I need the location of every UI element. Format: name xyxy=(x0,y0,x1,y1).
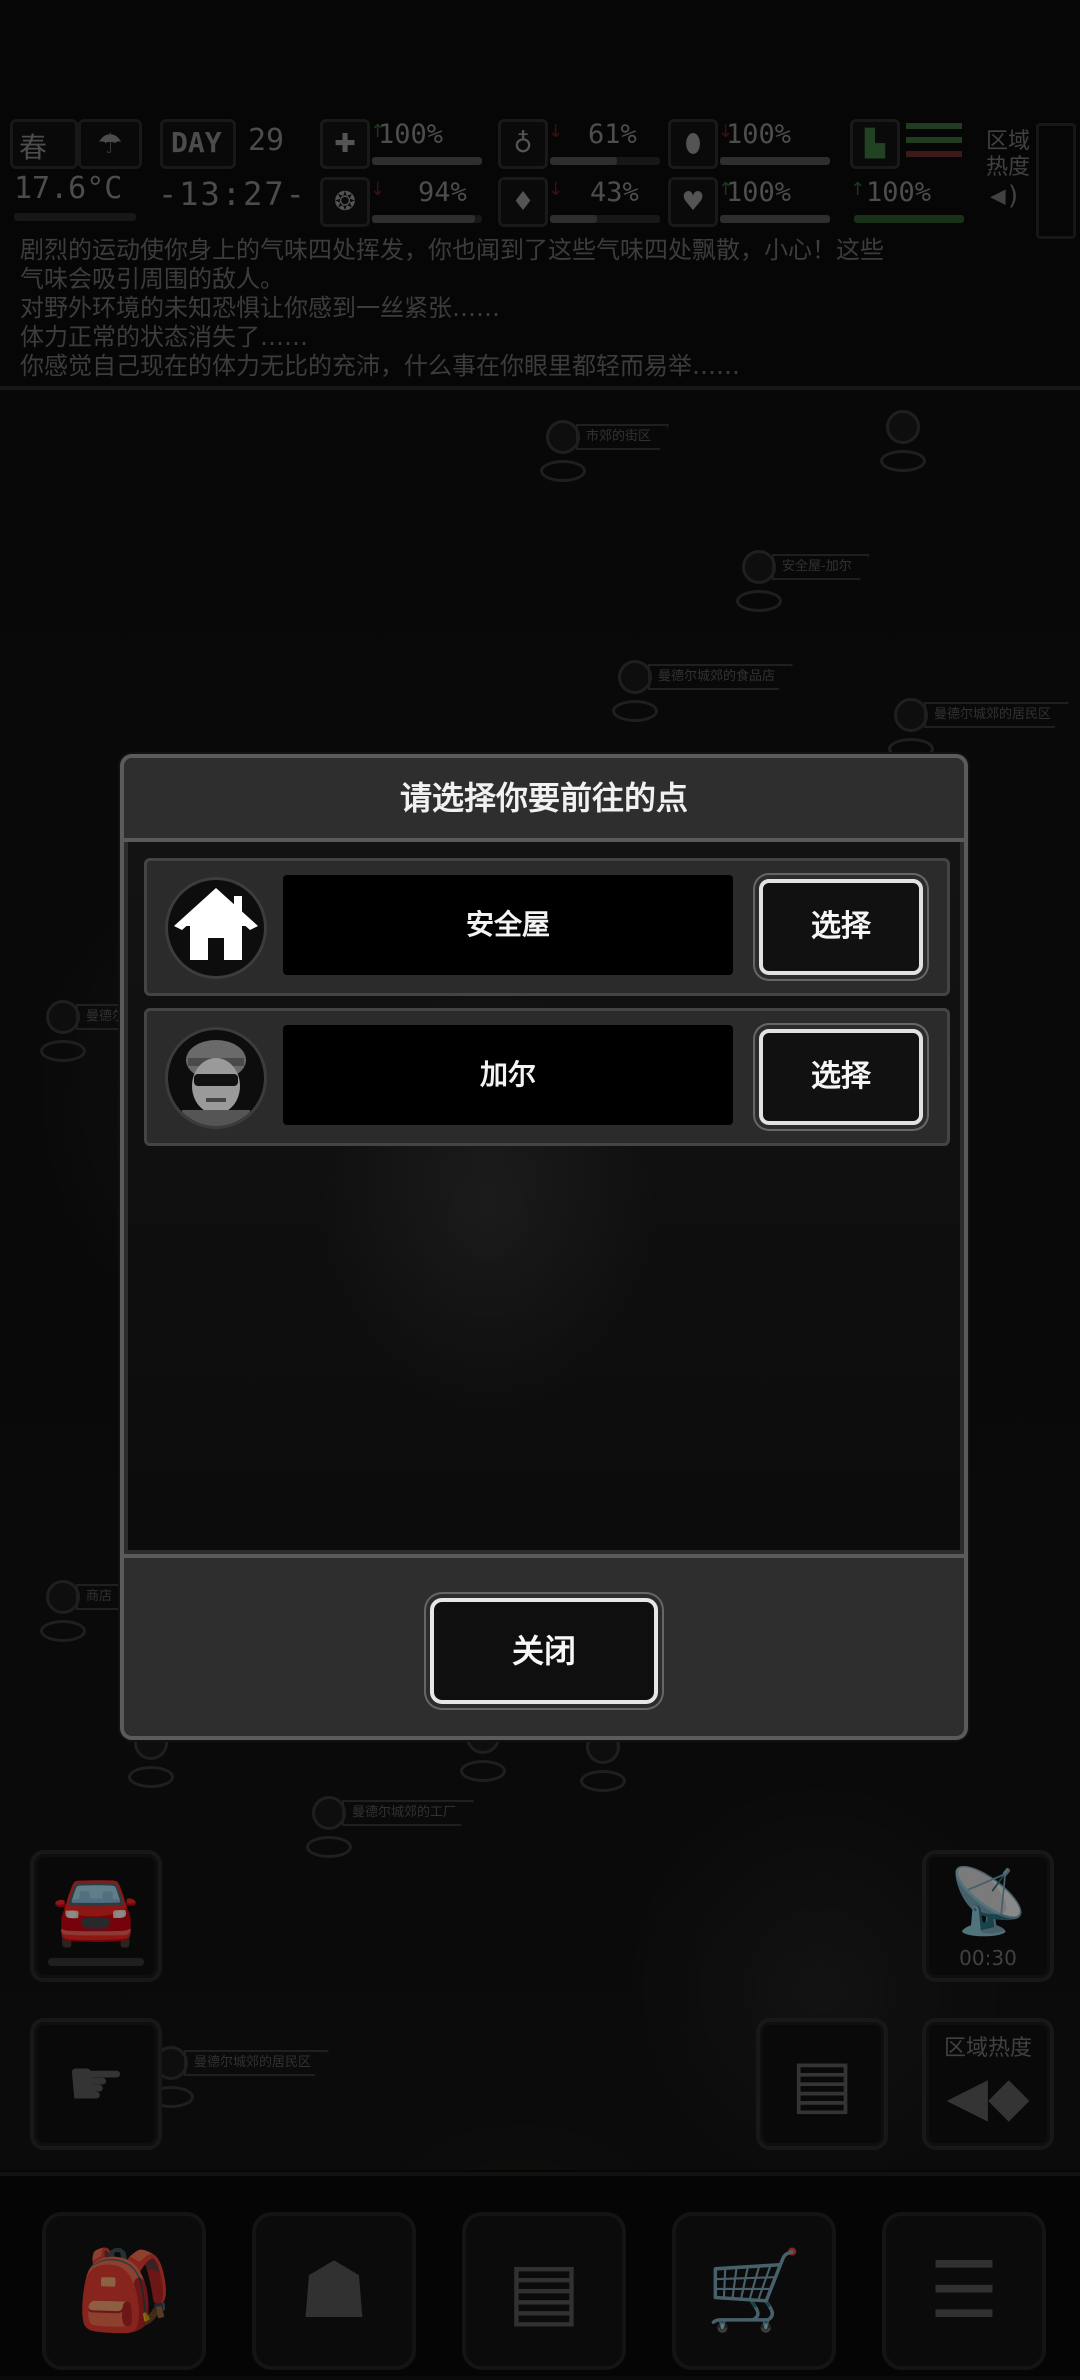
select-button[interactable]: 选择 xyxy=(759,879,923,975)
house-icon xyxy=(165,877,267,979)
destination-name: 加尔 xyxy=(283,1025,733,1125)
dialog-body: 安全屋 选择 加尔 选择 xyxy=(128,842,960,1550)
dialog-header: 请选择你要前往的点 xyxy=(124,758,964,842)
dialog-title: 请选择你要前往的点 xyxy=(399,779,688,817)
destination-row: 加尔 选择 xyxy=(144,1008,950,1146)
select-button[interactable]: 选择 xyxy=(759,1029,923,1125)
destination-name: 安全屋 xyxy=(283,875,733,975)
destination-dialog: 请选择你要前往的点 安全屋 选择 加尔 选择 关闭 xyxy=(120,754,968,1740)
soldier-portrait xyxy=(165,1027,267,1129)
close-button[interactable]: 关闭 xyxy=(430,1598,658,1704)
dialog-footer: 关闭 xyxy=(124,1554,964,1736)
destination-row: 安全屋 选择 xyxy=(144,858,950,996)
